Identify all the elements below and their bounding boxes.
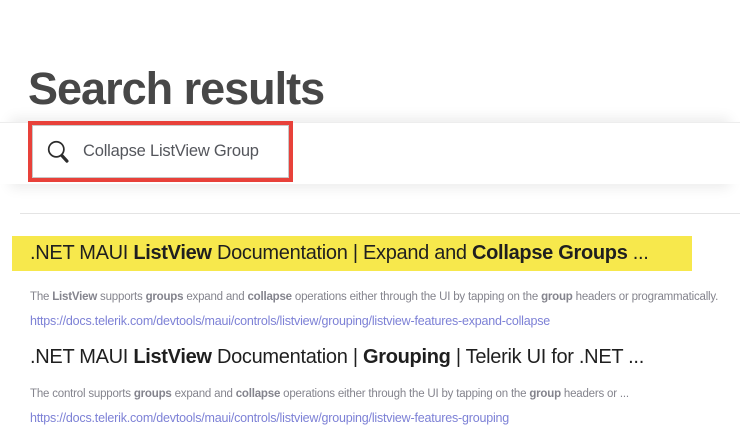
result-2-title-link[interactable]: .NET MAUI ListView Documentation | Group… [30, 346, 644, 369]
title-segment: .NET MAUI [30, 346, 133, 368]
desc-segment: groups [146, 291, 184, 303]
search-query-text: Collapse ListView Group [83, 142, 259, 161]
title-segment: .NET MAUI [30, 242, 133, 264]
title-segment: ListView [133, 242, 211, 264]
desc-segment: headers or programmatically. [573, 291, 718, 303]
title-segment: Grouping [363, 346, 451, 368]
desc-segment: group [541, 291, 573, 303]
desc-segment: ListView [52, 291, 97, 303]
desc-segment: groups [134, 388, 172, 400]
annotation-red-box: Collapse ListView Group [28, 121, 293, 182]
search-icon[interactable] [46, 139, 72, 165]
title-segment: | Telerik UI for .NET ... [451, 346, 644, 368]
desc-segment: collapse [247, 291, 291, 303]
divider-line [20, 213, 740, 214]
result-2-url-link[interactable]: https://docs.telerik.com/devtools/maui/c… [30, 411, 509, 425]
result-1-url-link[interactable]: https://docs.telerik.com/devtools/maui/c… [30, 314, 550, 328]
title-segment: Documentation | Expand and [212, 242, 472, 264]
result-2-description: The control supports groups expand and c… [30, 388, 629, 400]
desc-segment: The [30, 291, 52, 303]
page-title: Search results [28, 63, 324, 115]
desc-segment: group [529, 388, 561, 400]
result-1-title-link[interactable]: .NET MAUI ListView Documentation | Expan… [12, 242, 649, 265]
title-segment: Documentation | [212, 346, 363, 368]
desc-segment: supports [97, 291, 146, 303]
title-segment: ListView [133, 346, 211, 368]
desc-segment: expand and [172, 388, 236, 400]
desc-segment: headers or ... [561, 388, 629, 400]
search-input[interactable]: Collapse ListView Group [32, 125, 289, 178]
title-segment: ... [628, 242, 649, 264]
result-1-description: The ListView supports groups expand and … [30, 291, 718, 303]
desc-segment: collapse [236, 388, 280, 400]
desc-segment: operations either through the UI by tapp… [280, 388, 529, 400]
highlight-yellow-band: .NET MAUI ListView Documentation | Expan… [12, 236, 692, 271]
title-segment: Collapse Groups [472, 242, 628, 264]
desc-segment: expand and [183, 291, 247, 303]
desc-segment: operations either through the UI by tapp… [292, 291, 541, 303]
desc-segment: The control supports [30, 388, 134, 400]
